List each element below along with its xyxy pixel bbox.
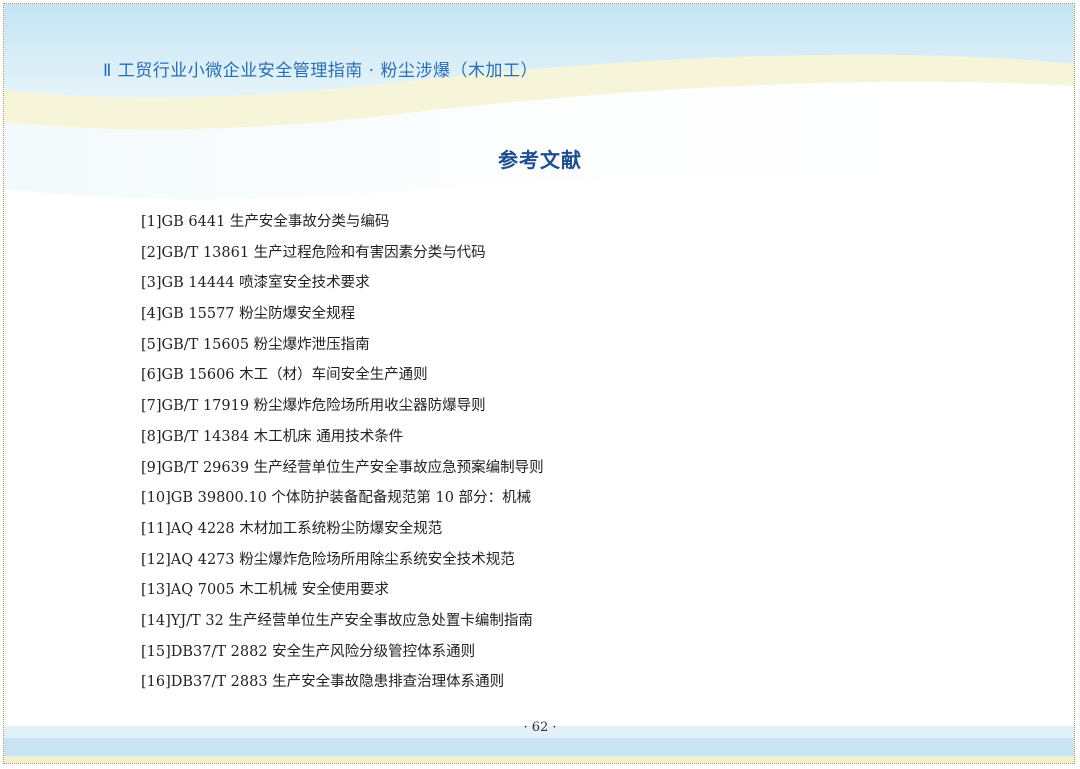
- reference-list: [1]GB 6441 生产安全事故分类与编码 [2]GB/T 13861 生产过…: [141, 210, 544, 701]
- reference-item: [8]GB/T 14384 木工机床 通用技术条件: [141, 428, 404, 445]
- reference-item: [1]GB 6441 生产安全事故分类与编码: [141, 214, 390, 230]
- reference-item: [7]GB/T 17919 粉尘爆炸危险场所用收尘器防爆导则: [141, 398, 486, 415]
- reference-item: [12]AQ 4273 粉尘爆炸危险场所用除尘系统安全技术规范: [141, 551, 515, 568]
- reference-item: [3]GB 14444 喷漆室安全技术要求: [141, 275, 370, 292]
- reference-item: [6]GB 15606 木工（材）车间安全生产通则: [141, 367, 428, 384]
- page-number: · 62 ·: [523, 720, 557, 735]
- reference-item: [10]GB 39800.10 个体防护装备配备规范第 10 部分：机械: [141, 490, 532, 507]
- document-page: Ⅱ 工贸行业小微企业安全管理指南 · 粉尘涉爆（木加工） 参考文献 [1]GB …: [3, 3, 1075, 764]
- reference-item: [14]YJ/T 32 生产经营单位生产安全事故应急处置卡编制指南: [141, 612, 533, 629]
- reference-item: [13]AQ 7005 木工机械 安全使用要求: [141, 582, 389, 599]
- reference-item: [5]GB/T 15605 粉尘爆炸泄压指南: [141, 336, 370, 353]
- section-title: 参考文献: [498, 148, 582, 172]
- reference-item: [15]DB37/T 2882 安全生产风险分级管控体系通则: [141, 643, 476, 660]
- reference-item: [9]GB/T 29639 生产经营单位生产安全事故应急预案编制导则: [141, 459, 544, 476]
- reference-item: [11]AQ 4228 木材加工系统粉尘防爆安全规范: [141, 520, 443, 537]
- reference-item: [2]GB/T 13861 生产过程危险和有害因素分类与代码: [141, 244, 486, 261]
- reference-item: [16]DB37/T 2883 生产安全事故隐患排查治理体系通则: [141, 674, 505, 691]
- reference-item: [4]GB 15577 粉尘防爆安全规程: [141, 306, 356, 323]
- running-header: Ⅱ 工贸行业小微企业安全管理指南 · 粉尘涉爆（木加工）: [103, 61, 538, 81]
